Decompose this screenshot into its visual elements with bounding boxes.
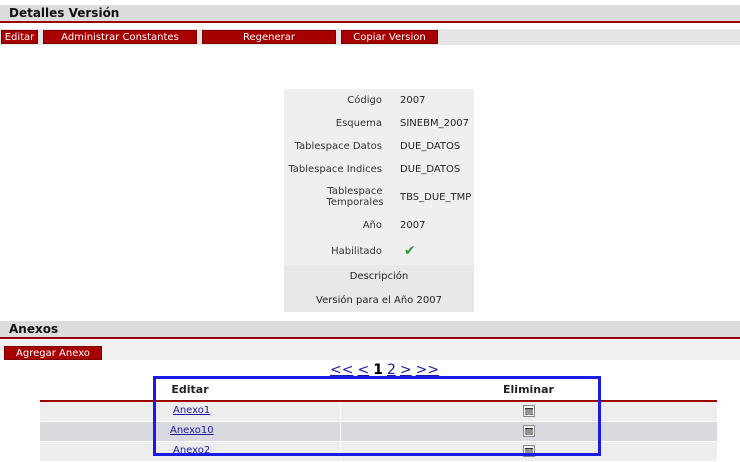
anio-value: 2007 xyxy=(400,220,426,231)
annex-title: Anexos xyxy=(9,322,59,336)
ts-temp-label-line2: Temporales xyxy=(326,197,384,208)
delete-icon[interactable] xyxy=(523,425,535,437)
table-row: Anexo1 xyxy=(40,402,717,422)
edit-cell: Anexo1 xyxy=(40,402,341,421)
ts-indices-label: Tablespace Indices xyxy=(288,164,382,175)
codigo-value: 2007 xyxy=(400,95,426,106)
edit-cell: Anexo2 xyxy=(40,442,341,461)
pagination: << <1 2 > >> xyxy=(330,362,443,378)
ts-datos-label: Tablespace Datos xyxy=(294,141,382,152)
ts-temp-label: Tablespace Temporales xyxy=(320,186,390,208)
col-edit-header: Editar xyxy=(171,383,209,396)
ts-temp-label-line1: Tablespace xyxy=(327,186,383,197)
annex-link[interactable]: Anexo10 xyxy=(170,425,214,436)
last-page-link[interactable]: >> xyxy=(416,362,439,378)
descripcion-label: Descripción xyxy=(284,265,474,289)
annex-section-header: Anexos xyxy=(0,321,740,339)
table-header: Editar Eliminar xyxy=(40,380,717,402)
codigo-label: Código xyxy=(347,95,382,106)
ts-indices-value: DUE_DATOS xyxy=(400,164,461,175)
table-row: Anexo2 xyxy=(40,442,717,462)
add-annex-button[interactable]: Agregar Anexo xyxy=(4,346,102,360)
anio-label: Año xyxy=(362,220,382,231)
descripcion-value: Versión para el Año 2007 xyxy=(284,289,474,312)
ts-datos-value: DUE_DATOS xyxy=(400,141,461,152)
habilitado-label: Habilitado xyxy=(331,246,382,257)
current-page: 1 xyxy=(373,362,383,378)
table-row: Anexo10 xyxy=(40,422,717,442)
next-page-link[interactable]: > xyxy=(400,362,412,378)
check-icon: ✔ xyxy=(404,243,416,259)
ts-temp-value: TBS_DUE_TMP xyxy=(400,192,472,203)
first-page-link[interactable]: << xyxy=(330,362,353,378)
edit-button[interactable]: Editar xyxy=(1,30,38,44)
prev-page-link[interactable]: < xyxy=(357,362,369,378)
delete-icon[interactable] xyxy=(523,405,535,417)
details-title: Detalles Versión xyxy=(9,6,120,20)
annex-toolbar xyxy=(0,340,740,360)
col-delete-header: Eliminar xyxy=(503,383,554,396)
regen-procedures-button[interactable]: Regenerar Procedimientos xyxy=(202,30,336,57)
version-details-panel: Código 2007 Esquema SINEBM_2007 Tablespa… xyxy=(284,89,474,312)
esquema-label: Esquema xyxy=(335,118,382,129)
esquema-value: SINEBM_2007 xyxy=(400,118,470,129)
edit-cell: Anexo10 xyxy=(40,422,341,441)
details-section-header: Detalles Versión xyxy=(0,5,740,23)
page-2-link[interactable]: 2 xyxy=(387,362,396,378)
copy-version-button[interactable]: Copiar Version xyxy=(341,30,438,44)
annex-link[interactable]: Anexo1 xyxy=(173,405,210,416)
delete-icon[interactable] xyxy=(523,445,535,457)
annex-link[interactable]: Anexo2 xyxy=(173,445,210,456)
admin-constants-button[interactable]: Administrar Constantes xyxy=(43,30,197,44)
